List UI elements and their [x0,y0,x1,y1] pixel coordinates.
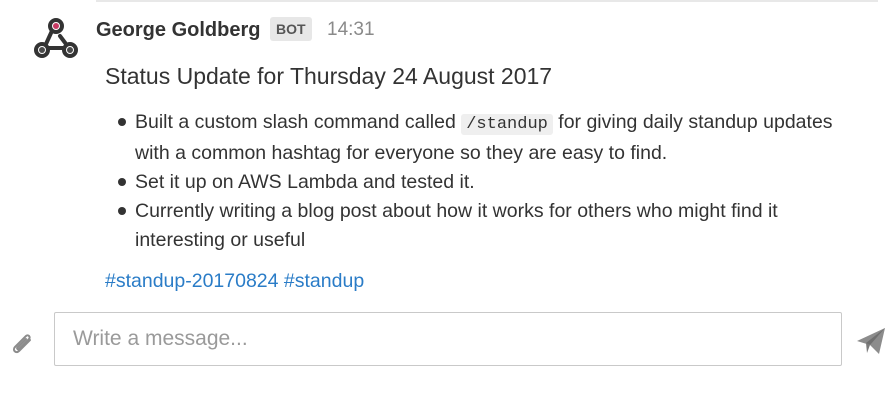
bullet-text: Built a custom slash command called [135,111,462,133]
paper-plane-icon[interactable] [855,325,887,357]
list-item: Set it up on AWS Lambda and tested it. [115,168,855,197]
author-name[interactable]: George Goldberg [96,17,260,43]
bullet-text: Set it up on AWS Lambda and tested it. [135,171,475,193]
message-title: Status Update for Thursday 24 August 201… [105,63,553,89]
message-input[interactable] [54,312,842,366]
webhook-logo-icon[interactable] [30,14,82,66]
bot-badge: BOT [270,17,312,41]
message-composer [0,312,891,372]
message-bullet-list: Built a custom slash command called /sta… [115,108,855,255]
chat-message: George Goldberg BOT 14:31 Status Update … [0,0,891,300]
slash-command-code: /standup [461,114,553,135]
hashtag-row: #standup-20170824 #standup [105,268,364,294]
list-item: Currently writing a blog post about how … [115,197,855,255]
bullet-text: Currently writing a blog post about how … [135,200,778,251]
paperclip-icon[interactable] [8,330,36,358]
message-timestamp[interactable]: 14:31 [327,18,375,42]
hashtag-link[interactable]: #standup-20170824 [105,270,279,292]
list-item: Built a custom slash command called /sta… [115,108,855,168]
hashtag-link[interactable]: #standup [284,270,364,292]
